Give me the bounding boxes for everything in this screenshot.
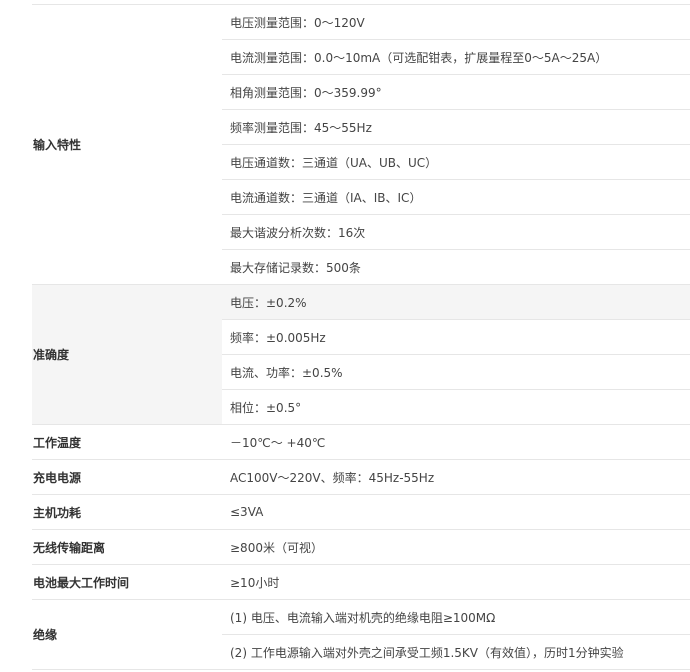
row-label-wireless: 无线传输距离 bbox=[32, 529, 222, 565]
table-row: 准确度 电压：±0.2% bbox=[32, 284, 690, 425]
row-label-temp: 工作温度 bbox=[32, 424, 222, 460]
table-row: 绝缘 (1) 电压、电流输入端对机壳的绝缘电阻≥100MΩ bbox=[32, 599, 690, 670]
spec-value: 电压通道数：三通道（UA、UB、UC） bbox=[222, 144, 690, 180]
spec-value: 相角测量范围：0～359.99° bbox=[222, 74, 690, 110]
spec-value: ≥800米（可视） bbox=[222, 529, 690, 565]
table-row: 工作温度 －10℃～ +40℃ bbox=[32, 424, 690, 460]
spec-value: ≤3VA bbox=[222, 494, 690, 530]
spec-table: 输入特性 电压测量范围：0～120V 电流测量范围：0.0～10mA（可选配钳表… bbox=[32, 4, 690, 670]
spec-value: 电流测量范围：0.0～10mA（可选配钳表，扩展量程至0～5A～25A） bbox=[222, 39, 690, 75]
spec-value: 电压测量范围：0～120V bbox=[222, 4, 690, 40]
table-row: 电池最大工作时间 ≥10小时 bbox=[32, 564, 690, 600]
spec-value: －10℃～ +40℃ bbox=[222, 424, 690, 460]
row-label-accuracy: 准确度 bbox=[32, 284, 222, 425]
row-label-charge: 充电电源 bbox=[32, 459, 222, 495]
row-label-insulation: 绝缘 bbox=[32, 599, 222, 670]
spec-value: 频率：±0.005Hz bbox=[222, 319, 690, 355]
row-label-input: 输入特性 bbox=[32, 4, 222, 285]
spec-value: 电压：±0.2% bbox=[222, 284, 690, 320]
spec-value: 电流通道数：三通道（IA、IB、IC） bbox=[222, 179, 690, 215]
spec-value: (2) 工作电源输入端对外壳之间承受工频1.5KV（有效值），历时1分钟实验 bbox=[222, 634, 690, 670]
table-row: 无线传输距离 ≥800米（可视） bbox=[32, 529, 690, 565]
row-label-power: 主机功耗 bbox=[32, 494, 222, 530]
spec-value: 电流、功率：±0.5% bbox=[222, 354, 690, 390]
spec-value: 最大谐波分析次数：16次 bbox=[222, 214, 690, 250]
spec-value: ≥10小时 bbox=[222, 564, 690, 600]
spec-value: 频率测量范围：45～55Hz bbox=[222, 109, 690, 145]
spec-value: AC100V～220V、频率：45Hz-55Hz bbox=[222, 459, 690, 495]
table-row: 输入特性 电压测量范围：0～120V bbox=[32, 4, 690, 285]
spec-value: 相位：±0.5° bbox=[222, 389, 690, 425]
spec-value: 最大存储记录数：500条 bbox=[222, 249, 690, 285]
row-label-battery: 电池最大工作时间 bbox=[32, 564, 222, 600]
table-row: 充电电源 AC100V～220V、频率：45Hz-55Hz bbox=[32, 459, 690, 495]
spec-value: (1) 电压、电流输入端对机壳的绝缘电阻≥100MΩ bbox=[222, 599, 690, 635]
table-row: 主机功耗 ≤3VA bbox=[32, 494, 690, 530]
